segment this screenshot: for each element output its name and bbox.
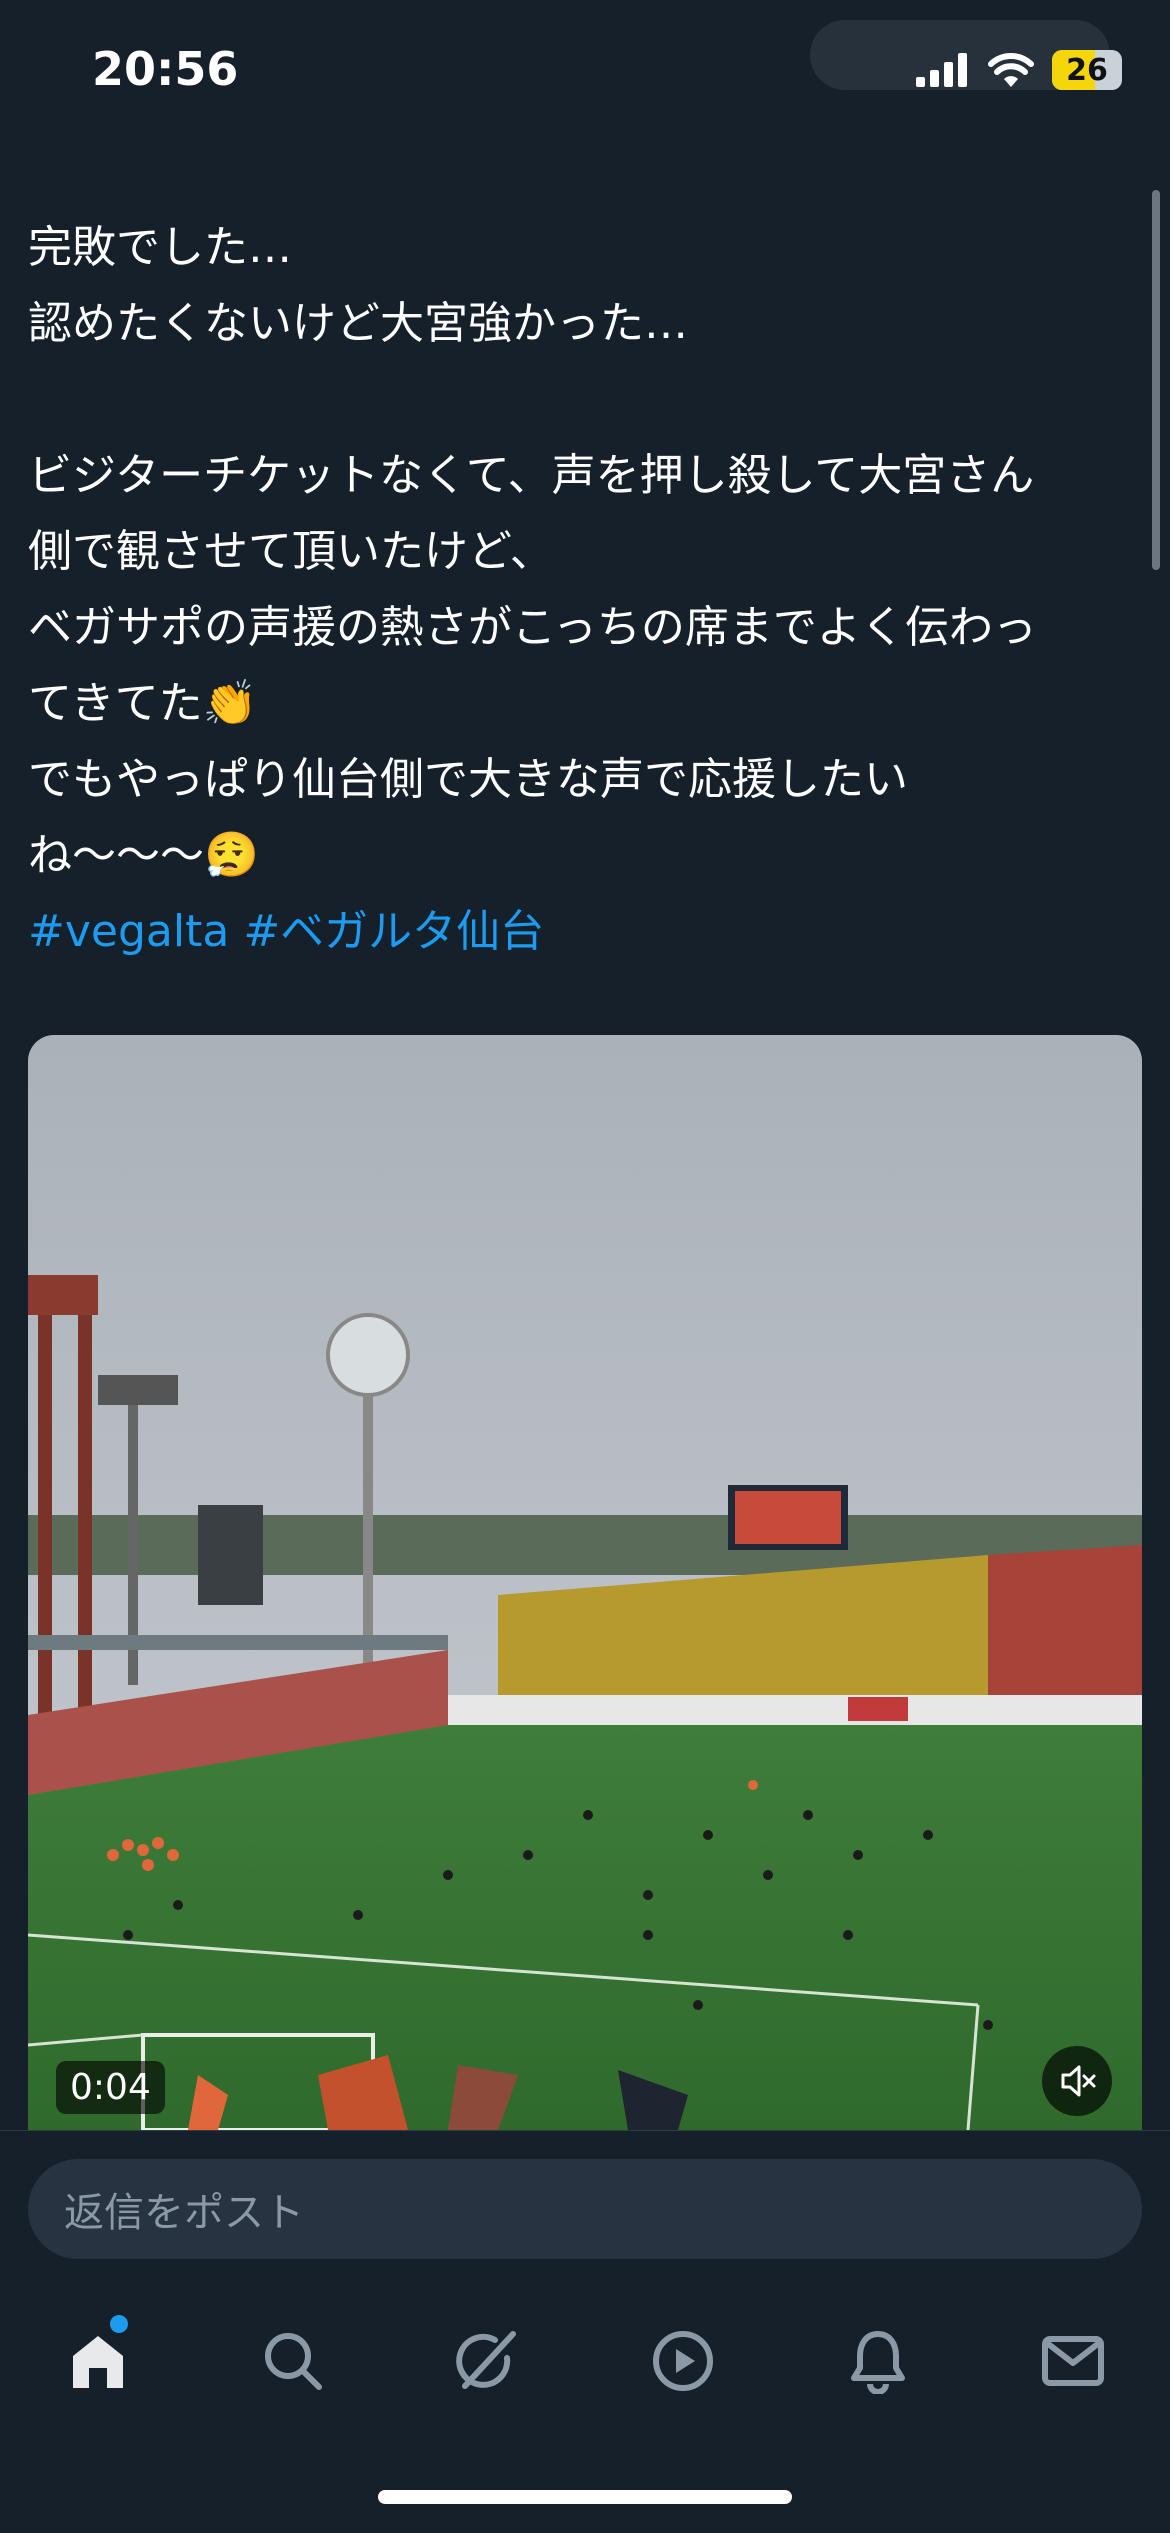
- tab-grok[interactable]: [438, 2311, 538, 2411]
- status-bar: 20:56 26: [0, 0, 1170, 150]
- battery-level: 26: [1066, 52, 1108, 88]
- post-line: ビジターチケットなくて、声を押し殺して大宮さん: [28, 450, 1035, 501]
- mute-button[interactable]: [1042, 2046, 1112, 2116]
- post-line: てきてた👏: [28, 678, 258, 729]
- tab-search[interactable]: [243, 2311, 343, 2411]
- post-line: でもやっぱり仙台側で大きな声で応援したい: [28, 754, 908, 805]
- grok-icon: [455, 2331, 516, 2389]
- post-line: 認めたくないけど大宮強かった…: [28, 298, 688, 349]
- post-line: 完敗でした…: [28, 222, 292, 273]
- tab-video[interactable]: [633, 2311, 733, 2411]
- status-time: 20:56: [92, 42, 239, 96]
- tab-home[interactable]: [48, 2311, 148, 2411]
- bell-icon: [850, 2331, 905, 2394]
- signal-icon: [916, 53, 967, 87]
- post-line-blank: [28, 362, 1138, 438]
- home-indicator: [378, 2490, 792, 2504]
- tab-bar: [0, 2311, 1170, 2411]
- hashtag-vegalta[interactable]: #vegalta: [28, 906, 229, 957]
- home-icon: [72, 2336, 123, 2388]
- notification-dot: [109, 2315, 128, 2333]
- tab-messages[interactable]: [1023, 2311, 1123, 2411]
- battery-icon: 26: [1052, 50, 1122, 90]
- scroll-indicator: [1152, 190, 1160, 570]
- bottom-bar: 返信をポスト: [0, 2130, 1170, 2533]
- mail-icon: [1041, 2336, 1104, 2386]
- reply-input[interactable]: 返信をポスト: [28, 2159, 1142, 2259]
- search-icon: [264, 2333, 322, 2390]
- post-line: ベガサポの声援の熱さがこっちの席までよく伝わっ: [28, 602, 1037, 653]
- post-line: ね〜〜〜😮‍💨: [28, 830, 259, 881]
- hashtag-vegalta-sendai[interactable]: #ベガルタ仙台: [243, 906, 544, 957]
- speaker-muted-icon: [1061, 2065, 1096, 2097]
- tab-notifications[interactable]: [828, 2311, 928, 2411]
- status-icons: 26: [916, 50, 1122, 90]
- post-line: 側で観させて頂いたけど、: [28, 526, 554, 577]
- video-duration: 0:04: [56, 2061, 165, 2114]
- wifi-icon: [988, 53, 1034, 87]
- video-player[interactable]: 0:04: [28, 1035, 1142, 2130]
- post-text: 完敗でした… 認めたくないけど大宮強かった… ビジターチケットなくて、声を押し殺…: [28, 210, 1138, 970]
- hashtags: #vegalta #ベガルタ仙台: [28, 894, 1138, 970]
- play-icon: [652, 2331, 713, 2391]
- video-frame: [28, 1035, 1142, 2130]
